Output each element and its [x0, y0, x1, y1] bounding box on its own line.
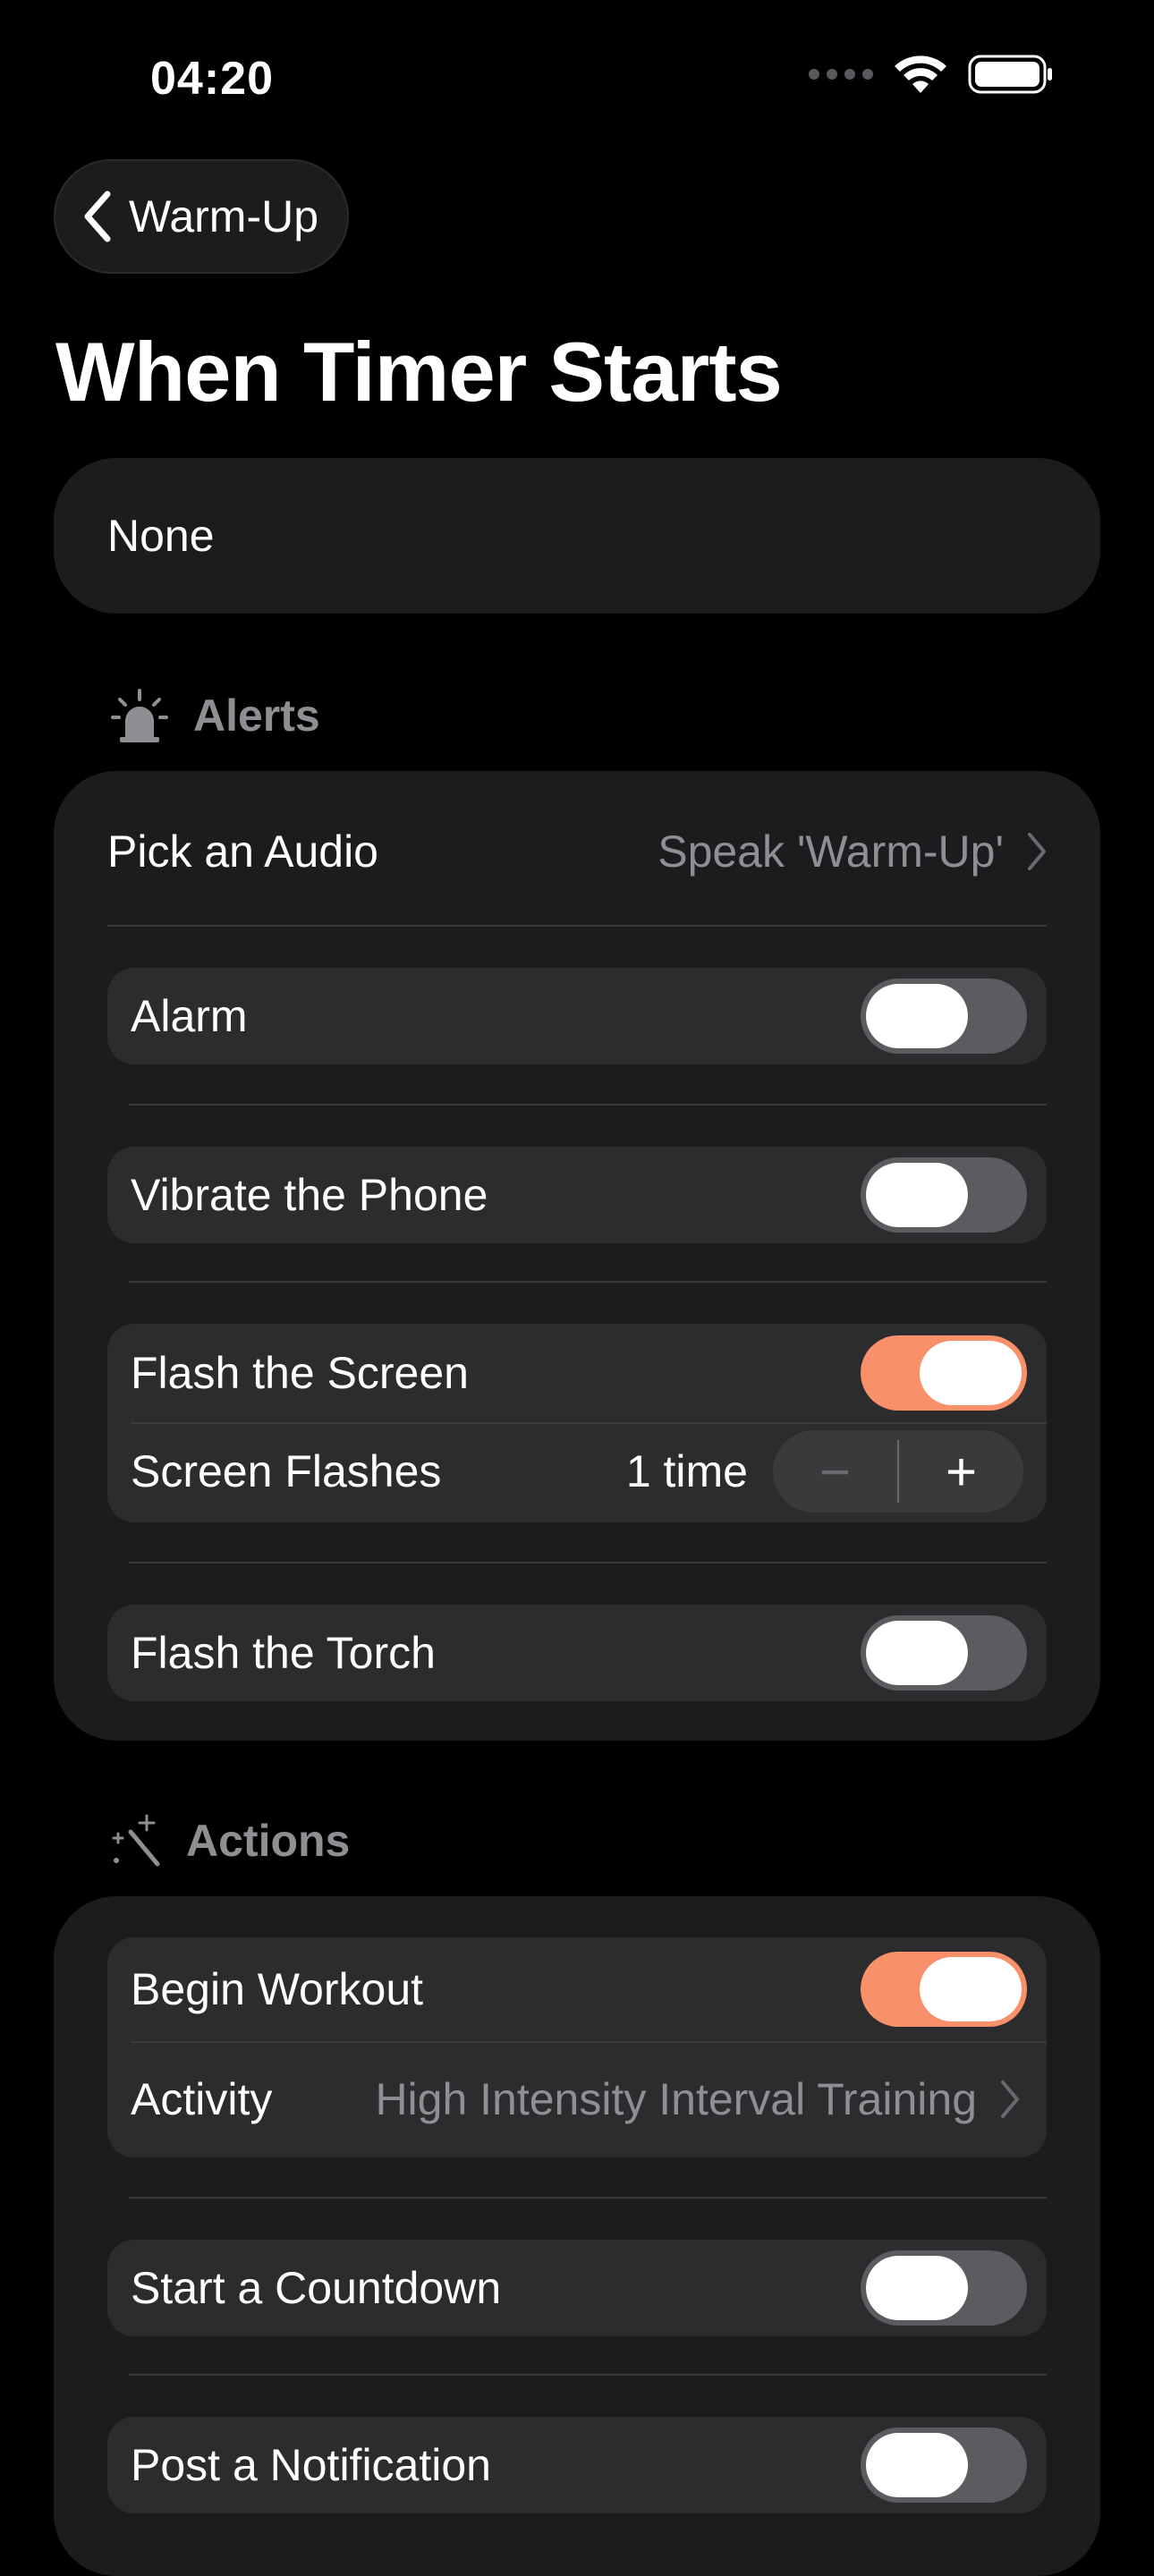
alarm-group: Alarm [107, 968, 1047, 1064]
notification-label: Post a Notification [131, 2440, 491, 2490]
notification-group: Post a Notification [107, 2417, 1047, 2513]
countdown-group: Start a Countdown [107, 2240, 1047, 2336]
status-time: 04:20 [150, 53, 274, 105]
alerts-header-label: Alerts [193, 691, 320, 741]
screen-flashes-label: Screen Flashes [131, 1446, 442, 1496]
magic-wand-icon [112, 1814, 160, 1867]
alarm-label: Alarm [131, 991, 248, 1041]
countdown-label: Start a Countdown [131, 2263, 502, 2313]
vibrate-row: Vibrate the Phone [107, 1147, 1047, 1243]
back-button[interactable]: Warm-Up [54, 159, 350, 274]
vibrate-label: Vibrate the Phone [131, 1170, 488, 1220]
signal-dots-icon [809, 69, 873, 80]
actions-header-label: Actions [186, 1816, 351, 1866]
siren-icon [111, 689, 168, 742]
stepper-minus-button[interactable]: − [773, 1441, 897, 1503]
activity-value: High Intensity Interval Training [375, 2074, 977, 2124]
pick-audio-row[interactable]: Pick an Audio Speak 'Warm-Up' [107, 807, 1047, 896]
activity-row[interactable]: Activity High Intensity Interval Trainin… [107, 2041, 1047, 2157]
battery-icon [968, 55, 1052, 94]
pick-audio-value: Speak 'Warm-Up' [658, 826, 1004, 877]
screen-flashes-row: Screen Flashes 1 time − + [107, 1422, 1047, 1521]
flash-screen-label: Flash the Screen [131, 1348, 469, 1398]
page-title: When Timer Starts [55, 325, 783, 419]
begin-workout-label: Begin Workout [131, 1964, 424, 2014]
chevron-right-icon [1001, 2080, 1019, 2118]
begin-workout-row: Begin Workout [107, 1937, 1047, 2041]
begin-workout-group: Begin Workout Activity High Intensity In… [107, 1937, 1047, 2157]
begin-workout-toggle[interactable] [861, 1952, 1027, 2027]
vibrate-toggle[interactable] [861, 1157, 1027, 1233]
flash-torch-group: Flash the Torch [107, 1605, 1047, 1701]
alerts-section-header: Alerts [111, 689, 320, 742]
flash-screen-toggle[interactable] [861, 1335, 1027, 1411]
actions-section-header: Actions [111, 1814, 350, 1868]
preset-value: None [107, 511, 215, 561]
divider [107, 925, 1047, 927]
divider [129, 2374, 1047, 2376]
countdown-toggle[interactable] [861, 2250, 1027, 2326]
divider [131, 2041, 1047, 2043]
alarm-toggle[interactable] [861, 979, 1027, 1054]
flash-screen-group: Flash the Screen Screen Flashes 1 time −… [107, 1324, 1047, 1522]
alarm-row: Alarm [107, 968, 1047, 1064]
pick-audio-label: Pick an Audio [107, 826, 378, 877]
screen-flashes-value: 1 time [625, 1446, 748, 1496]
stepper-plus-button[interactable]: + [899, 1441, 1023, 1503]
notification-row: Post a Notification [107, 2417, 1047, 2513]
flash-torch-label: Flash the Torch [131, 1628, 436, 1678]
divider [129, 1104, 1047, 1106]
back-button-label: Warm-Up [129, 191, 319, 242]
notification-toggle[interactable] [861, 2428, 1027, 2503]
chevron-right-icon [1028, 833, 1046, 870]
divider [131, 1422, 1047, 1424]
wifi-icon [895, 55, 946, 93]
divider [129, 1562, 1047, 1563]
countdown-row: Start a Countdown [107, 2240, 1047, 2336]
vibrate-group: Vibrate the Phone [107, 1147, 1047, 1243]
flash-screen-row: Flash the Screen [107, 1324, 1047, 1422]
divider [129, 1281, 1047, 1283]
divider [129, 2197, 1047, 2199]
flash-torch-toggle[interactable] [861, 1615, 1027, 1690]
status-icons [809, 54, 1054, 95]
chevron-left-icon [84, 191, 111, 242]
screen-flashes-stepper: − + [773, 1430, 1023, 1513]
activity-label: Activity [131, 2074, 273, 2124]
flash-torch-row: Flash the Torch [107, 1605, 1047, 1701]
alerts-card: Pick an Audio Speak 'Warm-Up' Alarm Vibr… [54, 771, 1100, 1741]
actions-card: Begin Workout Activity High Intensity In… [54, 1896, 1100, 2576]
preset-selector[interactable]: None [54, 458, 1100, 614]
